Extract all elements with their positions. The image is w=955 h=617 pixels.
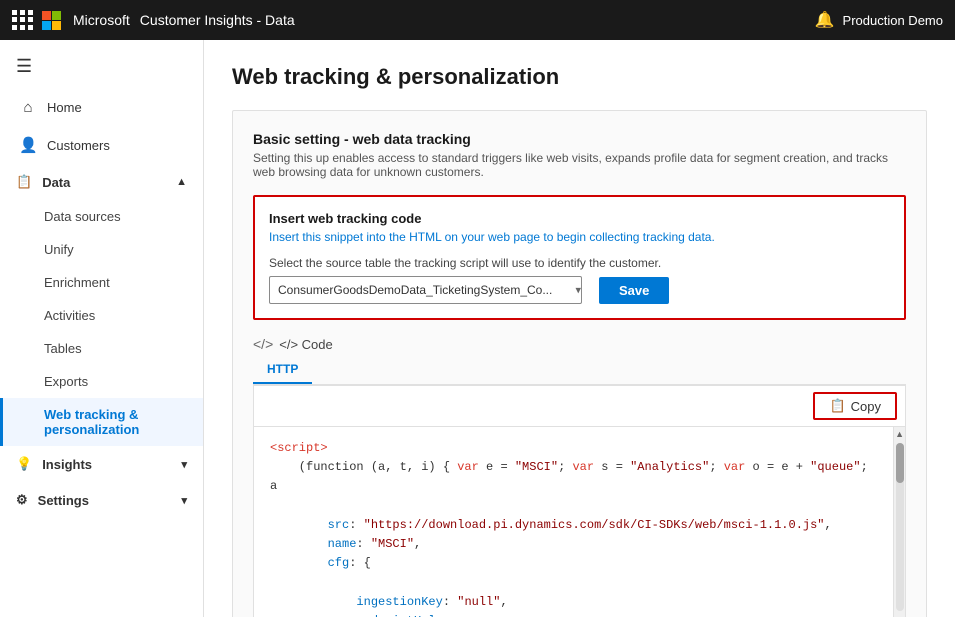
sidebar-item-tables[interactable]: Tables (0, 332, 203, 365)
code-line-9: endpointUrl: "https://mobile.events.data… (270, 612, 877, 617)
settings-icon: ⚙ (16, 492, 28, 508)
microsoft-logo (42, 11, 61, 30)
topbar: Microsoft Customer Insights - Data 🔔 Pro… (0, 0, 955, 40)
code-line-4: src: "https://download.pi.dynamics.com/s… (270, 516, 877, 535)
copy-icon: 📋 (829, 398, 845, 414)
sidebar-item-exports[interactable]: Exports (0, 365, 203, 398)
insights-icon: 💡 (16, 456, 32, 472)
layout: ☰ ⌂ Home 👤 Customers 📋 Data ▲ Data sourc… (0, 40, 955, 617)
app-title: Customer Insights - Data (140, 12, 815, 28)
code-line-7 (270, 573, 877, 592)
dropdown-wrapper: ConsumerGoodsDemoData_TicketingSystem_Co… (269, 276, 589, 304)
copy-btn-label: Copy (851, 399, 881, 414)
sidebar-section-insights[interactable]: 💡 Insights ▾ (0, 446, 203, 482)
page-title: Web tracking & personalization (232, 64, 927, 90)
data-icon: 📋 (16, 174, 32, 190)
basic-setting-title: Basic setting - web data tracking (253, 131, 906, 147)
sidebar-item-web-tracking[interactable]: Web tracking & personalization (0, 398, 203, 446)
tab-row: HTTP (253, 356, 906, 385)
copy-button[interactable]: 📋 Copy (813, 392, 897, 420)
microsoft-label: Microsoft (73, 12, 130, 28)
settings-chevron-icon: ▾ (181, 494, 187, 507)
code-section-label: </> </> Code (253, 336, 906, 352)
right-scroll-thumb (896, 443, 904, 483)
right-scrollbar[interactable]: ▲ ▼ (893, 427, 905, 617)
sidebar-label-exports: Exports (44, 374, 88, 389)
sidebar-label-data-sources: Data sources (44, 209, 121, 224)
code-area-outer: <script> (function (a, t, i) { var e = "… (254, 427, 905, 617)
basic-setting-section: Basic setting - web data tracking Settin… (232, 110, 927, 617)
save-button[interactable]: Save (599, 277, 669, 304)
sidebar-label-unify: Unify (44, 242, 74, 257)
sidebar-label-home: Home (47, 100, 82, 115)
code-section: </> </> Code HTTP 📋 Copy < (253, 336, 906, 617)
sidebar-label-web-tracking: Web tracking & personalization (44, 407, 139, 437)
main-content: Web tracking & personalization Basic set… (204, 40, 955, 617)
sidebar: ☰ ⌂ Home 👤 Customers 📋 Data ▲ Data sourc… (0, 40, 204, 617)
code-line-3 (270, 497, 877, 516)
tab-http[interactable]: HTTP (253, 356, 312, 384)
sidebar-label-activities: Activities (44, 308, 95, 323)
code-area-wrapper: 📋 Copy <script> (function (a, t, i) { va… (253, 385, 906, 617)
sidebar-section-data[interactable]: 📋 Data ▲ (0, 164, 203, 200)
sidebar-label-settings: Settings (38, 493, 89, 508)
code-block: <script> (function (a, t, i) { var e = "… (254, 427, 893, 617)
code-line-8: ingestionKey: "null", (270, 593, 877, 612)
basic-setting-desc: Setting this up enables access to standa… (253, 151, 906, 179)
data-chevron-icon: ▲ (176, 176, 187, 188)
select-label: Select the source table the tracking scr… (269, 256, 890, 270)
sidebar-item-activities[interactable]: Activities (0, 299, 203, 332)
code-brackets-icon: </> (253, 336, 273, 352)
hamburger-button[interactable]: ☰ (0, 48, 203, 89)
sidebar-item-enrichment[interactable]: Enrichment (0, 266, 203, 299)
home-icon: ⌂ (19, 99, 37, 116)
bell-icon[interactable]: 🔔 (815, 10, 835, 30)
code-line-6: cfg: { (270, 554, 877, 573)
sidebar-item-unify[interactable]: Unify (0, 233, 203, 266)
sidebar-item-customers[interactable]: 👤 Customers (0, 126, 203, 164)
sidebar-label-data: Data (42, 175, 70, 190)
sidebar-section-settings[interactable]: ⚙ Settings ▾ (0, 482, 203, 518)
waffle-icon[interactable] (12, 10, 32, 30)
org-name: Production Demo (843, 13, 943, 28)
sidebar-item-home[interactable]: ⌂ Home (0, 89, 203, 126)
code-label-text: </> Code (279, 337, 333, 352)
right-scroll-track (896, 443, 904, 611)
code-line-1: <script> (270, 439, 877, 458)
scroll-down-arrow[interactable]: ▼ (895, 613, 904, 617)
sidebar-label-tables: Tables (44, 341, 82, 356)
sidebar-label-enrichment: Enrichment (44, 275, 110, 290)
scroll-up-arrow[interactable]: ▲ (895, 427, 904, 441)
code-line-2: (function (a, t, i) { var e = "MSCI"; va… (270, 458, 877, 496)
sidebar-item-data-sources[interactable]: Data sources (0, 200, 203, 233)
code-line-5: name: "MSCI", (270, 535, 877, 554)
select-save-row: ConsumerGoodsDemoData_TicketingSystem_Co… (269, 276, 890, 304)
insert-code-title: Insert web tracking code (269, 211, 890, 226)
copy-btn-wrapper: 📋 Copy (254, 386, 905, 427)
insights-chevron-icon: ▾ (181, 458, 187, 471)
source-table-dropdown[interactable]: ConsumerGoodsDemoData_TicketingSystem_Co… (269, 276, 582, 304)
insert-code-box: Insert web tracking code Insert this sni… (253, 195, 906, 320)
sidebar-label-customers: Customers (47, 138, 110, 153)
sidebar-label-insights: Insights (42, 457, 92, 472)
topbar-right: 🔔 Production Demo (815, 10, 943, 30)
customers-icon: 👤 (19, 136, 37, 154)
insert-code-desc: Insert this snippet into the HTML on you… (269, 230, 890, 244)
